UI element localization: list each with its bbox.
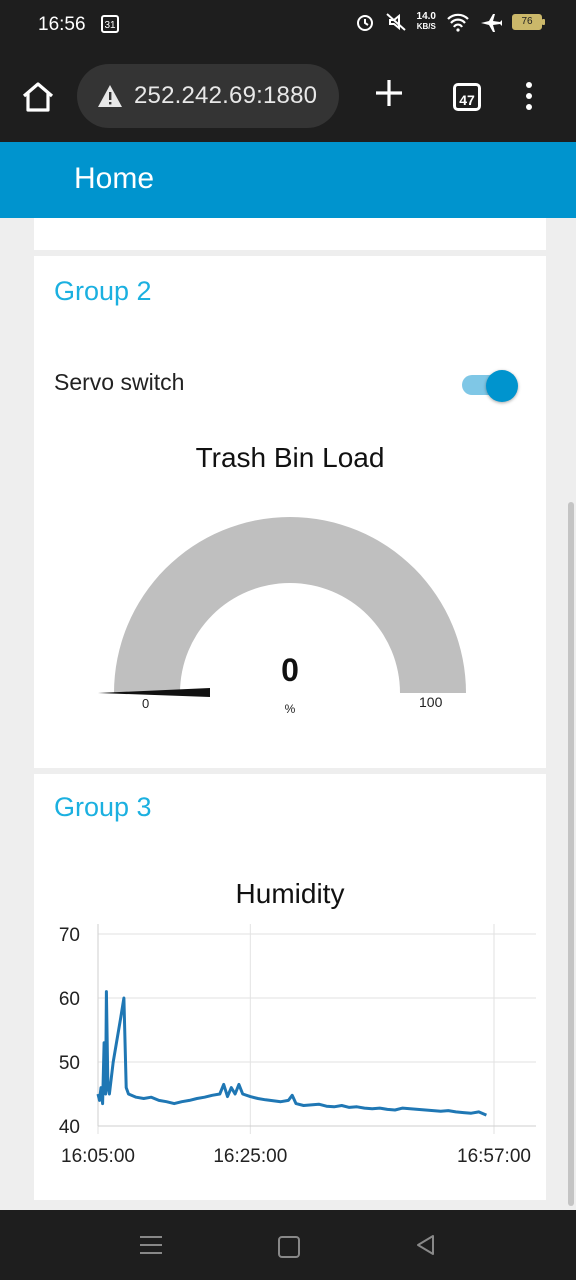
- y-tick-label: 70: [59, 925, 80, 946]
- url-text[interactable]: 252.242.69:1880: [134, 82, 317, 110]
- group-2-title: Group 2: [54, 276, 152, 306]
- home-icon[interactable]: [20, 80, 56, 114]
- status-bar: 16:56 31 14.0 KB/S 76: [0, 0, 576, 52]
- network-speed-value: 14.0: [416, 11, 436, 22]
- status-time: 16:56: [38, 14, 86, 35]
- back-icon[interactable]: [415, 1234, 437, 1256]
- y-tick-label: 50: [59, 1053, 80, 1074]
- more-menu-icon[interactable]: [526, 82, 532, 115]
- switch-knob: [486, 370, 518, 402]
- network-speed-unit: KB/S: [416, 22, 436, 31]
- warning-icon[interactable]: [97, 84, 123, 108]
- y-tick-label: 60: [59, 989, 80, 1010]
- network-speed: 14.0 KB/S: [417, 12, 436, 32]
- calendar-icon: 31: [101, 15, 119, 33]
- browser-toolbar: 252.242.69:1880 47: [0, 52, 576, 142]
- plus-icon: [376, 80, 402, 106]
- gauge-units: %: [284, 702, 296, 716]
- battery-icon: 76: [512, 14, 545, 30]
- home-nav-icon[interactable]: [278, 1236, 300, 1258]
- humidity-series-line: [96, 990, 487, 1117]
- x-tick-label: 16:25:00: [213, 1146, 287, 1167]
- recents-icon[interactable]: [140, 1236, 162, 1260]
- group-3-card: Group 3 Humidity 70 60 50 40 16:05:00 16:25:0…: [34, 774, 546, 1200]
- gauge-max-label: 100: [419, 694, 443, 710]
- gauge-value: 0: [281, 652, 299, 688]
- group-2-card: Group 2 Servo switch Trash Bin Load 0 % …: [34, 256, 546, 768]
- navigation-bar: [0, 1210, 576, 1280]
- new-tab-button[interactable]: [374, 78, 404, 112]
- page-title: Home: [74, 162, 155, 195]
- x-tick-label: 16:05:00: [61, 1146, 135, 1167]
- tab-switcher-button[interactable]: 47: [453, 83, 481, 111]
- servo-switch-label: Servo switch: [54, 369, 185, 395]
- x-tick-label: 16:57:00: [457, 1146, 531, 1167]
- gauge-title: Trash Bin Load: [195, 442, 385, 473]
- wifi-icon: [447, 13, 469, 32]
- alarm-icon: [356, 15, 373, 31]
- dashboard-content[interactable]: Group 2 Servo switch Trash Bin Load 0 % …: [0, 218, 576, 1210]
- servo-switch-toggle[interactable]: [462, 370, 520, 402]
- mute-icon: [385, 13, 406, 31]
- scrollbar[interactable]: [568, 502, 574, 1206]
- app-header: Home: [0, 142, 576, 218]
- group-card-partial: [34, 218, 546, 250]
- address-bar[interactable]: 252.242.69:1880: [77, 64, 339, 128]
- humidity-chart: 70 60 50 40 16:05:00 16:25:00 16:57:00: [59, 924, 536, 1167]
- y-tick-label: 40: [59, 1117, 80, 1138]
- airplane-icon: [481, 14, 502, 32]
- gauge-min-label: 0: [142, 696, 150, 711]
